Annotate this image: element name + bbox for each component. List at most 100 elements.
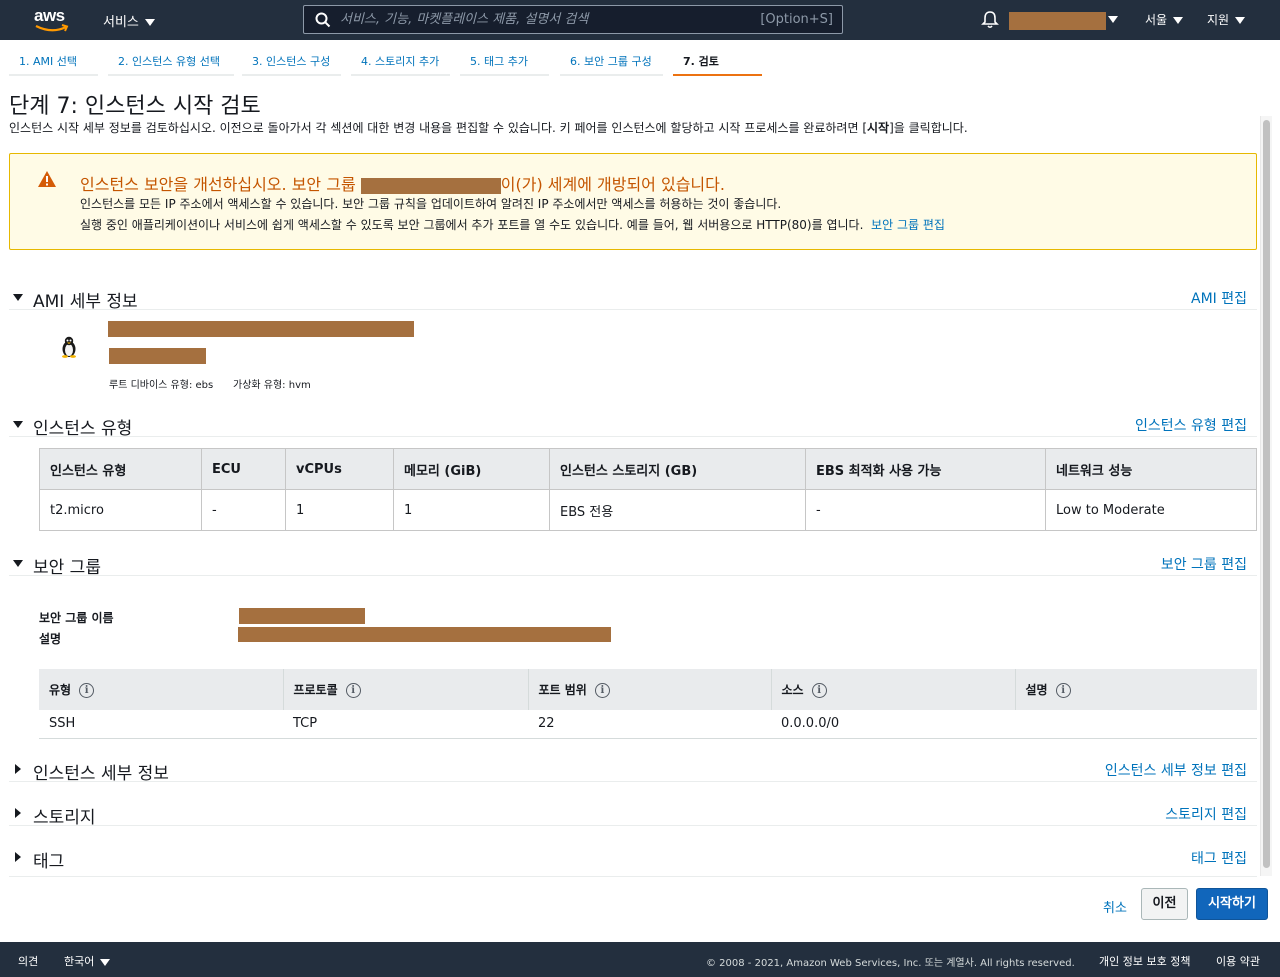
table-cell (1015, 710, 1257, 739)
search-shortcut-hint: [Option+S] (760, 12, 833, 27)
edit-security-group-section-link[interactable]: 보안 그룹 편집 (1161, 554, 1247, 574)
column-header-protocol: 프로토콜 i (282, 669, 528, 710)
search-icon (315, 12, 331, 28)
linux-penguin-icon (62, 336, 76, 358)
storage-section-header[interactable]: 스토리지 스토리지 편집 (9, 803, 1257, 828)
step-7-review[interactable]: 7. 검토 (673, 53, 762, 76)
column-header: 네트워크 성능 (1045, 448, 1257, 490)
table-header-row: 인스턴스 유형 ECU vCPUs 메모리 (GiB) 인스턴스 스토리지 (G… (39, 448, 1257, 490)
privacy-policy-link[interactable]: 개인 정보 보호 정책 (1099, 953, 1190, 969)
security-group-rules-table: 유형 i 프로토콜 i 포트 범위 i 소스 i 설명 i SSH TCP 22 0.0.… (39, 669, 1257, 739)
warning-title: 인스턴스 보안을 개선하십시오. 보안 그룹 이(가) 세계에 개방되어 있습니… (80, 171, 725, 195)
top-navigation-bar: aws 서비스 [Option+S] 서울 지원 (0, 0, 1280, 40)
step-1-ami[interactable]: 1. AMI 선택 (9, 53, 98, 76)
page-title: 단계 7: 인스턴스 시작 검토 (9, 94, 261, 119)
divider (9, 575, 1257, 576)
table-cell: Low to Moderate (1045, 489, 1257, 531)
cancel-button[interactable]: 취소 (1103, 897, 1127, 916)
column-header: 인스턴스 스토리지 (GB) (549, 448, 806, 490)
search-box[interactable]: [Option+S] (303, 5, 843, 34)
edit-tags-link[interactable]: 태그 편집 (1191, 848, 1247, 868)
table-cell: TCP (283, 710, 528, 739)
expand-triangle-icon (15, 808, 21, 818)
account-chevron-down-icon[interactable] (1108, 16, 1118, 23)
root-device-type: 루트 디바이스 유형: ebs (109, 380, 214, 391)
column-header-label: 프로토콜 (293, 683, 338, 697)
ami-section-header[interactable]: AMI 세부 정보 AMI 편집 (9, 287, 1257, 312)
edit-security-group-link[interactable]: 보안 그룹 편집 (871, 218, 945, 232)
account-name-redacted[interactable] (1009, 12, 1106, 30)
step-2-instance-type[interactable]: 2. 인스턴스 유형 선택 (108, 53, 234, 76)
support-menu[interactable]: 지원 (1207, 11, 1246, 28)
previous-button[interactable]: 이전 (1141, 888, 1188, 920)
region-menu[interactable]: 서울 (1145, 11, 1184, 28)
collapse-triangle-icon (13, 560, 23, 567)
expand-triangle-icon (15, 764, 21, 774)
security-group-name-redacted (360, 177, 501, 194)
step-5-tags[interactable]: 5. 태그 추가 (460, 53, 549, 76)
security-warning-alert: 인스턴스 보안을 개선하십시오. 보안 그룹 이(가) 세계에 개방되어 있습니… (9, 153, 1257, 250)
aws-logo[interactable]: aws (34, 6, 70, 34)
warning-line-2-text: 실행 중인 애플리케이션이나 서비스에 쉽게 액세스할 수 있도록 보안 그룹에… (80, 218, 864, 232)
ami-name-redacted (108, 321, 414, 337)
column-header: 메모리 (GiB) (393, 448, 550, 490)
table-cell: - (201, 489, 286, 531)
column-header-port-range: 포트 범위 i (527, 669, 771, 710)
vertical-scrollbar[interactable] (1260, 116, 1272, 876)
info-icon[interactable]: i (594, 683, 610, 698)
page-description-text: 인스턴스 시작 세부 정보를 검토하십시오. 이전으로 돌아가서 각 섹션에 대… (9, 121, 867, 135)
info-icon[interactable]: i (79, 683, 95, 698)
info-icon[interactable]: i (345, 683, 361, 698)
tags-section-header[interactable]: 태그 태그 편집 (9, 847, 1257, 872)
table-header-row: 유형 i 프로토콜 i 포트 범위 i 소스 i 설명 i (39, 669, 1257, 710)
security-group-description-value-redacted (238, 627, 611, 642)
collapse-triangle-icon (13, 294, 23, 301)
page-description: 인스턴스 시작 세부 정보를 검토하십시오. 이전으로 돌아가서 각 섹션에 대… (9, 119, 968, 136)
scrollbar-thumb[interactable] (1263, 120, 1270, 868)
region-label: 서울 (1145, 13, 1168, 27)
info-icon[interactable]: i (1055, 683, 1071, 698)
step-3-configure[interactable]: 3. 인스턴스 구성 (242, 53, 341, 76)
search-input[interactable] (340, 9, 740, 30)
instance-type-table: 인스턴스 유형 ECU vCPUs 메모리 (GiB) 인스턴스 스토리지 (G… (39, 448, 1257, 531)
expand-triangle-icon (15, 852, 21, 862)
step-6-security-group[interactable]: 6. 보안 그룹 구성 (560, 53, 663, 76)
services-menu[interactable]: 서비스 (103, 11, 155, 30)
page-description-text-end: ]을 클릭합니다. (889, 121, 968, 135)
edit-instance-details-link[interactable]: 인스턴스 세부 정보 편집 (1105, 760, 1247, 780)
column-header-description: 설명 i (1014, 669, 1257, 710)
table-cell: 1 (393, 489, 550, 531)
notification-bell-icon[interactable] (981, 10, 999, 29)
table-row: SSH TCP 22 0.0.0.0/0 (39, 710, 1257, 739)
terms-link[interactable]: 이용 약관 (1216, 953, 1260, 969)
instance-type-section-header[interactable]: 인스턴스 유형 인스턴스 유형 편집 (9, 414, 1257, 439)
services-label: 서비스 (103, 15, 139, 30)
security-group-section-header[interactable]: 보안 그룹 보안 그룹 편집 (9, 553, 1257, 578)
column-header-source: 소스 i (770, 669, 1015, 710)
warning-title-end: 이(가) 세계에 개방되어 있습니다. (500, 175, 725, 194)
language-selector[interactable]: 한국어 (64, 953, 111, 969)
instance-details-section-header[interactable]: 인스턴스 세부 정보 인스턴스 세부 정보 편집 (9, 759, 1257, 784)
chevron-down-icon (1235, 17, 1246, 24)
feedback-link[interactable]: 의견 (18, 953, 38, 969)
security-group-description-label: 설명 (39, 632, 62, 646)
column-header: 인스턴스 유형 (39, 448, 202, 490)
step-4-storage[interactable]: 4. 스토리지 추가 (351, 53, 450, 76)
info-icon[interactable]: i (811, 683, 827, 698)
tags-section-title: 태그 (33, 852, 65, 872)
chevron-down-icon (1173, 17, 1184, 24)
divider (9, 436, 1257, 437)
table-cell: - (805, 489, 1046, 531)
edit-instance-type-link[interactable]: 인스턴스 유형 편집 (1135, 415, 1247, 435)
column-header-label: 유형 (49, 683, 72, 697)
table-cell: 1 (285, 489, 394, 531)
divider (9, 781, 1257, 782)
edit-storage-link[interactable]: 스토리지 편집 (1165, 804, 1247, 824)
edit-ami-link[interactable]: AMI 편집 (1191, 288, 1247, 308)
ami-id-redacted (109, 348, 206, 364)
chevron-down-icon (144, 19, 155, 26)
warning-line-2: 실행 중인 애플리케이션이나 서비스에 쉽게 액세스할 수 있도록 보안 그룹에… (80, 216, 945, 233)
virtualization-type: 가상화 유형: hvm (233, 380, 311, 391)
launch-button[interactable]: 시작하기 (1196, 888, 1268, 920)
copyright-text: © 2008 - 2021, Amazon Web Services, Inc.… (706, 958, 1075, 969)
